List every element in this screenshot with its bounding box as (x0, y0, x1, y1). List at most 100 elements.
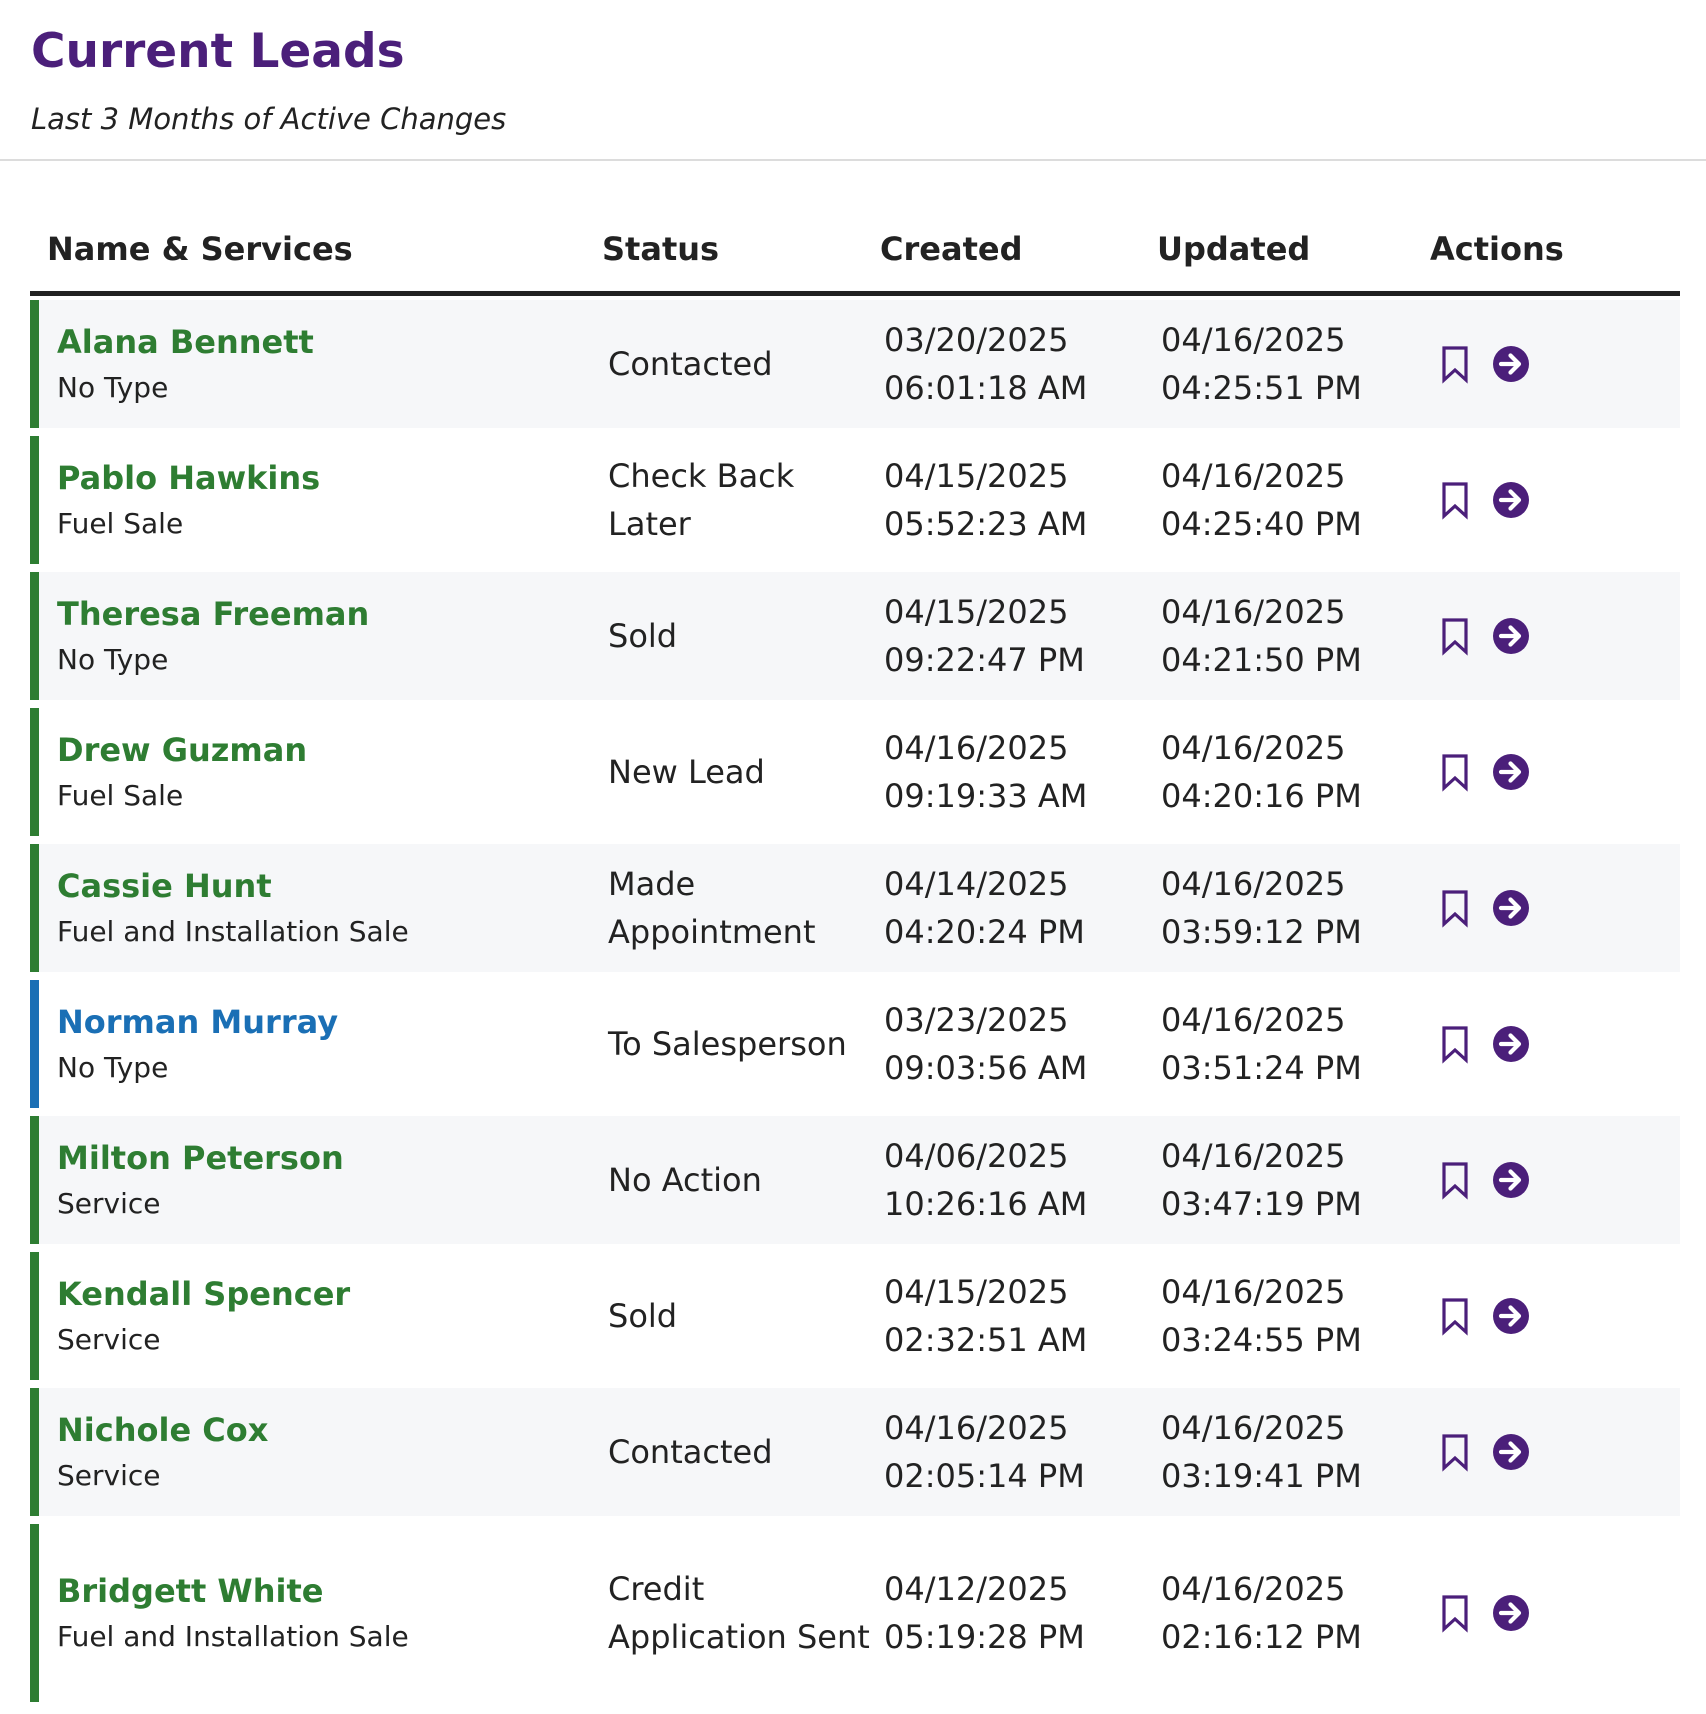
cell-actions (1435, 300, 1655, 428)
column-header-status: Status (602, 230, 720, 268)
created-date: 04/15/2025 (884, 593, 1069, 631)
bookmark-icon[interactable] (1435, 344, 1475, 384)
cell-name-services: Alana Bennett No Type (57, 300, 577, 428)
arrow-circle-right-icon[interactable] (1491, 752, 1531, 792)
created-date: 03/20/2025 (884, 321, 1069, 359)
cell-created: 04/16/2025 02:05:14 PM (884, 1388, 1154, 1516)
lead-name-link[interactable]: Norman Murray (57, 999, 577, 1045)
created-time: 02:05:14 PM (884, 1457, 1085, 1495)
bookmark-icon[interactable] (1435, 616, 1475, 656)
created-date: 04/16/2025 (884, 729, 1069, 767)
lead-status: Contacted (608, 345, 773, 383)
cell-updated: 04/16/2025 03:19:41 PM (1161, 1388, 1431, 1516)
created-date: 04/14/2025 (884, 865, 1069, 903)
lead-service-type: No Type (57, 370, 169, 404)
created-time: 09:03:56 AM (884, 1049, 1088, 1087)
arrow-circle-right-icon[interactable] (1491, 1593, 1531, 1633)
bookmark-icon[interactable] (1435, 1024, 1475, 1064)
created-time: 06:01:18 AM (884, 369, 1088, 407)
updated-date: 04/16/2025 (1161, 1570, 1346, 1608)
cell-updated: 04/16/2025 04:25:40 PM (1161, 436, 1431, 564)
bookmark-icon[interactable] (1435, 1296, 1475, 1336)
lead-status: No Action (608, 1161, 762, 1199)
updated-date: 04/16/2025 (1161, 457, 1346, 495)
cell-updated: 04/16/2025 04:21:50 PM (1161, 572, 1431, 700)
row-accent-bar (30, 300, 39, 428)
arrow-circle-right-icon[interactable] (1491, 888, 1531, 928)
cell-name-services: Cassie Hunt Fuel and Installation Sale (57, 844, 577, 972)
bookmark-icon[interactable] (1435, 1160, 1475, 1200)
bookmark-icon[interactable] (1435, 1593, 1475, 1633)
row-accent-bar (30, 1388, 39, 1516)
lead-service-type: Fuel and Installation Sale (57, 1619, 409, 1653)
lead-name-link[interactable]: Theresa Freeman (57, 591, 577, 637)
lead-name-link[interactable]: Drew Guzman (57, 727, 577, 773)
updated-time: 03:51:24 PM (1161, 1049, 1362, 1087)
updated-time: 04:25:40 PM (1161, 505, 1362, 543)
created-date: 04/15/2025 (884, 457, 1069, 495)
created-time: 10:26:16 AM (884, 1185, 1088, 1223)
row-accent-bar (30, 844, 39, 972)
row-accent-bar (30, 1524, 39, 1702)
page-header: Current Leads Last 3 Months of Active Ch… (0, 0, 1706, 161)
lead-name-link[interactable]: Milton Peterson (57, 1135, 577, 1181)
cell-actions (1435, 1388, 1655, 1516)
lead-name-link[interactable]: Alana Bennett (57, 319, 577, 365)
row-accent-bar (30, 1116, 39, 1244)
cell-actions (1435, 708, 1655, 836)
column-header-created: Created (880, 230, 1023, 268)
row-accent-bar (30, 1252, 39, 1380)
arrow-circle-right-icon[interactable] (1491, 1296, 1531, 1336)
lead-name-link[interactable]: Pablo Hawkins (57, 455, 577, 501)
cell-created: 03/20/2025 06:01:18 AM (884, 300, 1154, 428)
updated-time: 02:16:12 PM (1161, 1618, 1362, 1656)
bookmark-icon[interactable] (1435, 752, 1475, 792)
lead-status: Made Appointment (608, 865, 816, 951)
cell-created: 04/15/2025 09:22:47 PM (884, 572, 1154, 700)
column-header-name: Name & Services (47, 230, 353, 268)
cell-status: No Action (608, 1116, 873, 1244)
created-date: 03/23/2025 (884, 1001, 1069, 1039)
arrow-circle-right-icon[interactable] (1491, 616, 1531, 656)
cell-status: To Salesperson (608, 980, 873, 1108)
arrow-circle-right-icon[interactable] (1491, 344, 1531, 384)
table-row: Norman Murray No Type To Salesperson 03/23/… (30, 980, 1680, 1108)
table-row: Milton Peterson Service No Action 04/06/202… (30, 1116, 1680, 1244)
updated-time: 04:25:51 PM (1161, 369, 1362, 407)
bookmark-icon[interactable] (1435, 1432, 1475, 1472)
lead-status: Check Back Later (608, 457, 795, 543)
row-accent-bar (30, 572, 39, 700)
arrow-circle-right-icon[interactable] (1491, 480, 1531, 520)
lead-service-type: No Type (57, 642, 169, 676)
cell-name-services: Drew Guzman Fuel Sale (57, 708, 577, 836)
page-title: Current Leads (31, 24, 405, 79)
table-row: Bridgett White Fuel and Installation Sale… (30, 1524, 1680, 1702)
cell-status: Made Appointment (608, 844, 873, 972)
lead-name-link[interactable]: Kendall Spencer (57, 1271, 577, 1317)
lead-name-link[interactable]: Bridgett White (57, 1568, 577, 1614)
table-row: Theresa Freeman No Type Sold 04/15/2025 09:2… (30, 572, 1680, 700)
table-row: Kendall Spencer Service Sold 04/15/2025 02:3… (30, 1252, 1680, 1380)
bookmark-icon[interactable] (1435, 480, 1475, 520)
updated-time: 04:20:16 PM (1161, 777, 1362, 815)
arrow-circle-right-icon[interactable] (1491, 1160, 1531, 1200)
lead-name-link[interactable]: Cassie Hunt (57, 863, 577, 909)
arrow-circle-right-icon[interactable] (1491, 1024, 1531, 1064)
created-date: 04/16/2025 (884, 1409, 1069, 1447)
updated-date: 04/16/2025 (1161, 1409, 1346, 1447)
lead-service-type: Fuel Sale (57, 778, 184, 812)
cell-actions (1435, 980, 1655, 1108)
bookmark-icon[interactable] (1435, 888, 1475, 928)
created-date: 04/15/2025 (884, 1273, 1069, 1311)
cell-status: New Lead (608, 708, 873, 836)
created-time: 09:22:47 PM (884, 641, 1085, 679)
updated-date: 04/16/2025 (1161, 593, 1346, 631)
lead-service-type: No Type (57, 1050, 169, 1084)
lead-name-link[interactable]: Nichole Cox (57, 1407, 577, 1453)
page-subtitle: Last 3 Months of Active Changes (31, 102, 507, 136)
lead-service-type: Fuel Sale (57, 506, 184, 540)
cell-status: Contacted (608, 300, 873, 428)
cell-status: Contacted (608, 1388, 873, 1516)
cell-name-services: Norman Murray No Type (57, 980, 577, 1108)
arrow-circle-right-icon[interactable] (1491, 1432, 1531, 1472)
